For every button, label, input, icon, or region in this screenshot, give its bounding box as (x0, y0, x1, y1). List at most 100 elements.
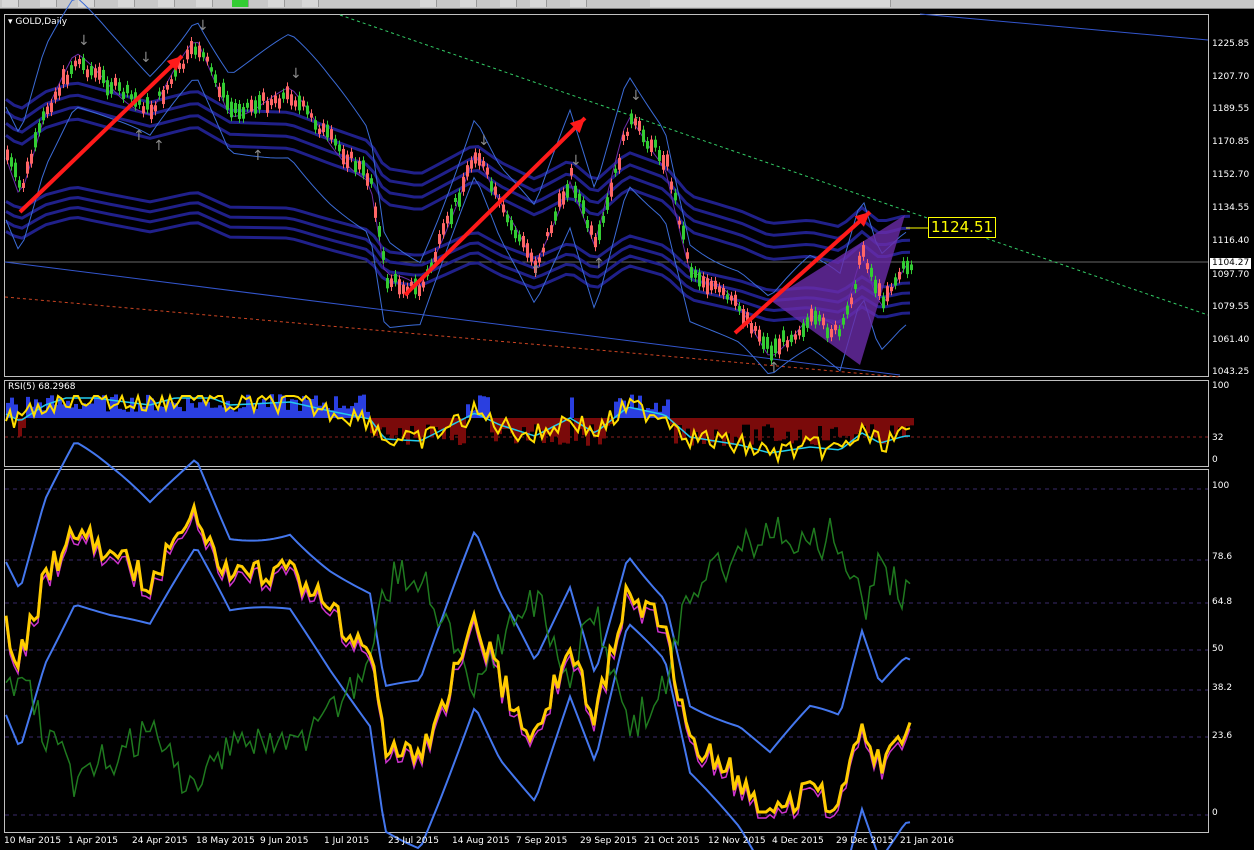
candle-body (606, 197, 609, 210)
candle-body (346, 154, 349, 169)
candle-body (754, 326, 757, 331)
candle-body (790, 334, 793, 343)
rsi-histogram-bar (882, 418, 886, 444)
candle-body (562, 191, 565, 205)
candle-body (894, 277, 897, 286)
rsi-histogram-bar (870, 418, 874, 425)
candle-body (898, 271, 901, 280)
candle-body (818, 314, 821, 322)
candle-body (474, 152, 477, 164)
price-scale-label: 1207.70 (1212, 72, 1250, 82)
candle-body (806, 317, 809, 328)
candle-body (142, 106, 145, 114)
rsi-histogram-bar (794, 418, 798, 441)
osc-scale-label: 38.2 (1212, 683, 1233, 693)
candle-body (694, 270, 697, 278)
rsi-histogram-bar (218, 405, 222, 418)
candle-body (870, 267, 873, 277)
rsi-histogram-bar (734, 418, 738, 437)
candle-body (30, 153, 33, 164)
rsi-histogram-bar (754, 418, 758, 430)
candle-body (782, 330, 785, 342)
rsi-histogram-bar (106, 411, 110, 418)
date-axis-label: 29 Dec 2015 (836, 836, 894, 846)
candle-body (910, 264, 913, 271)
fractal-down-arrow: ↓ (197, 18, 209, 34)
candle-body (482, 161, 485, 167)
date-axis-label: 7 Sep 2015 (516, 836, 568, 846)
candle-body (26, 161, 29, 174)
candle-body (318, 128, 321, 134)
ma-band-lower (5, 196, 911, 304)
candle-body (478, 153, 481, 166)
candle-body (646, 141, 649, 149)
candle-body (802, 323, 805, 337)
price-scale-label: 1043.25 (1212, 367, 1250, 377)
fractal-down-arrow: ↓ (630, 88, 642, 104)
rsi-histogram-bar (834, 418, 838, 428)
candle-body (358, 161, 361, 170)
candle-body (162, 89, 165, 105)
candle-body (674, 192, 677, 201)
candle-body (642, 129, 645, 143)
fractal-down-arrow: ↓ (478, 133, 490, 149)
candle-body (842, 317, 845, 325)
candle-body (554, 211, 557, 221)
candle-body (714, 280, 717, 290)
rsi-histogram-bar (66, 400, 70, 418)
candle-body (366, 173, 369, 186)
rsi-histogram-bar (666, 399, 670, 418)
candle-body (662, 155, 665, 170)
rsi-histogram-bar (394, 418, 398, 436)
candle-body (266, 100, 269, 113)
rsi-histogram-bar (650, 409, 654, 418)
rsi-histogram-bar (570, 397, 574, 418)
candle-body (454, 197, 457, 203)
candle-body (786, 340, 789, 348)
candle-body (122, 91, 125, 99)
rsi-histogram-bar (70, 407, 74, 418)
candle-body (422, 281, 425, 288)
fractal-up-arrow: ↑ (530, 263, 542, 279)
fractal-up-arrow: ↑ (153, 138, 165, 154)
rsi-histogram-bar (78, 408, 82, 418)
candle-body (302, 100, 305, 107)
fractal-down-arrow: ↓ (78, 33, 90, 49)
candle-body (654, 139, 657, 148)
candle-body (906, 260, 909, 275)
candle-body (778, 338, 781, 355)
candle-body (298, 95, 301, 111)
candle-body (706, 278, 709, 295)
candle-body (382, 251, 385, 260)
rsi-histogram-bar (630, 394, 634, 418)
candle-body (510, 220, 513, 231)
rsi-histogram-bar (194, 407, 198, 418)
rsi-histogram-bar (74, 403, 78, 418)
candle-body (486, 167, 489, 175)
candle-body (78, 59, 81, 65)
candle-body (194, 46, 197, 55)
candle-body (402, 284, 405, 294)
osc-scale-label: 50 (1212, 644, 1224, 654)
rsi-histogram-bar (766, 418, 770, 425)
date-axis-label: 1 Apr 2015 (68, 836, 118, 846)
candle-body (254, 100, 257, 114)
candle-body (110, 82, 113, 94)
candle-body (658, 150, 661, 162)
rsi-histogram-bar (346, 408, 350, 418)
date-axis-label: 14 Aug 2015 (452, 836, 510, 846)
rsi-histogram-bar (454, 418, 458, 435)
rsi-histogram-bar (814, 418, 818, 446)
rsi-histogram-bar (414, 418, 418, 438)
candle-body (210, 67, 213, 72)
candle-body (354, 161, 357, 173)
candle-body (286, 86, 289, 100)
candle-body (638, 120, 641, 131)
candle-body (258, 95, 261, 110)
fractal-up-arrow: ↑ (768, 360, 780, 376)
candle-body (6, 149, 9, 161)
date-axis-label: 23 Jul 2015 (388, 836, 439, 846)
candle-body (218, 86, 221, 98)
candle-body (506, 214, 509, 223)
candle-body (566, 184, 569, 198)
